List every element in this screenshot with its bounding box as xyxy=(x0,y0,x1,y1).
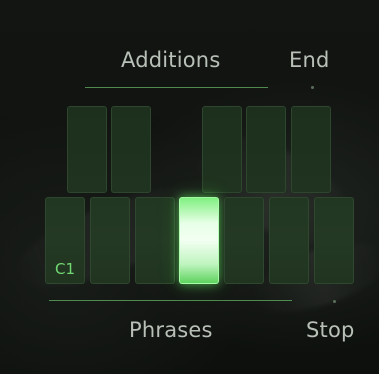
lower-key-active[interactable] xyxy=(179,197,219,284)
lower-key-3[interactable] xyxy=(135,197,175,284)
upper-key-4[interactable] xyxy=(246,106,286,193)
phrase-panel: Additions End C1 Phrases Stop xyxy=(0,0,379,374)
upper-key-3[interactable] xyxy=(202,106,242,193)
lower-key-2[interactable] xyxy=(90,197,130,284)
lower-key-7[interactable] xyxy=(314,197,354,284)
upper-key-5[interactable] xyxy=(291,106,331,193)
end-label: End xyxy=(289,48,330,72)
stop-indicator-dot xyxy=(333,300,336,303)
additions-label: Additions xyxy=(121,48,221,72)
additions-divider xyxy=(85,87,268,88)
upper-key-1[interactable] xyxy=(67,106,107,193)
upper-key-2[interactable] xyxy=(111,106,151,193)
note-label-c1: C1 xyxy=(55,260,76,278)
stop-label: Stop xyxy=(306,318,355,342)
phrases-label: Phrases xyxy=(129,318,213,342)
background-streak xyxy=(244,229,379,326)
end-indicator-dot xyxy=(311,86,314,89)
phrases-divider xyxy=(49,300,292,301)
lower-key-5[interactable] xyxy=(224,197,264,284)
lower-key-6[interactable] xyxy=(269,197,309,284)
